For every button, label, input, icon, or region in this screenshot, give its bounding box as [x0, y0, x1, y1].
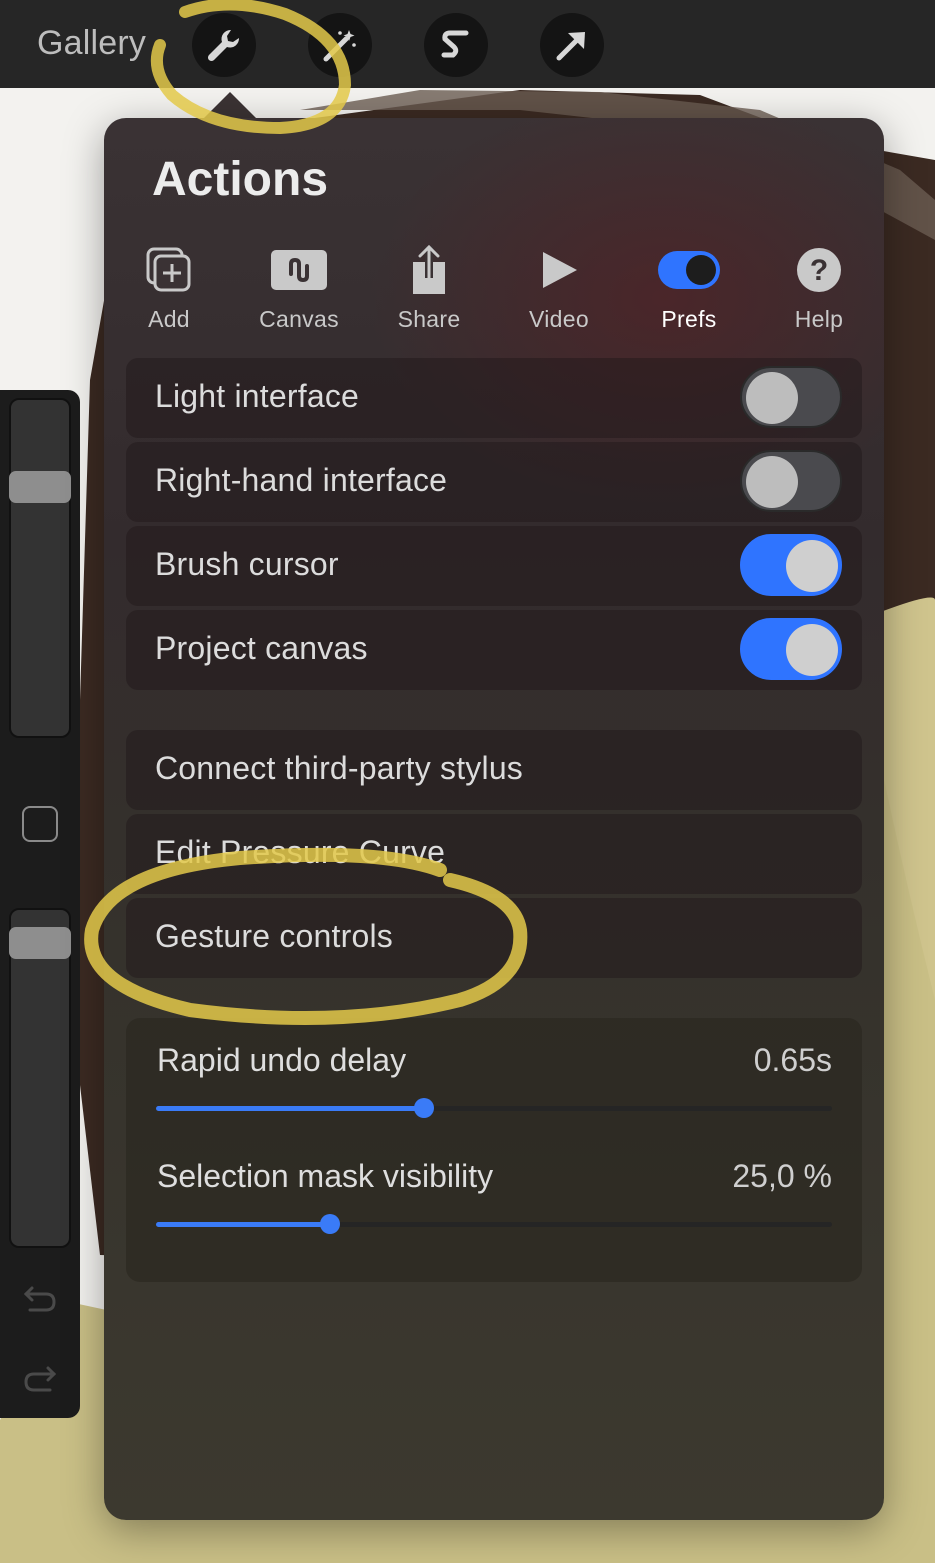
left-sidebar	[0, 390, 80, 1418]
arrow-icon	[556, 32, 585, 61]
selection-mask-thumb[interactable]	[320, 1214, 341, 1234]
undo-icon[interactable]	[22, 1282, 58, 1314]
wrench-icon	[207, 29, 240, 62]
redo-icon[interactable]	[22, 1362, 58, 1394]
brush-cursor-toggle[interactable]	[740, 534, 842, 596]
popover-title: Actions	[152, 153, 329, 206]
popover-caret	[203, 92, 257, 119]
svg-text:?: ?	[810, 254, 828, 287]
rapid-undo-thumb[interactable]	[414, 1098, 435, 1118]
selection-mask-value: 25,0 %	[732, 1158, 832, 1194]
project-canvas-toggle[interactable]	[740, 618, 842, 680]
magic-wand-icon	[323, 30, 356, 62]
actions-wrench-button[interactable]	[192, 13, 256, 77]
selection-button[interactable]	[424, 13, 488, 77]
gesture-controls-button[interactable]: Gesture controls	[126, 898, 862, 978]
pref-row-light-interface: Light interface	[126, 358, 862, 438]
transform-button[interactable]	[540, 13, 604, 77]
selection-s-icon	[441, 30, 469, 58]
modify-square-icon[interactable]	[22, 806, 58, 842]
right-hand-interface-toggle[interactable]	[740, 450, 842, 512]
share-icon	[413, 244, 445, 294]
help-icon: ?	[797, 248, 841, 292]
adjustments-button[interactable]	[308, 13, 372, 77]
rapid-undo-slider[interactable]	[156, 1098, 832, 1118]
tab-share[interactable]: Share	[364, 242, 494, 332]
rapid-undo-label: Rapid undo delay	[157, 1042, 407, 1078]
connect-stylus-button[interactable]: Connect third-party stylus	[126, 730, 862, 810]
edit-pressure-curve-button[interactable]: Edit Pressure Curve	[126, 814, 862, 894]
pref-row-project-canvas: Project canvas	[126, 610, 862, 690]
selection-mask-label: Selection mask visibility	[157, 1158, 494, 1194]
top-toolbar: Gallery	[0, 0, 935, 88]
selection-mask-slider[interactable]	[156, 1214, 832, 1234]
tab-add[interactable]: Add	[104, 242, 234, 332]
tab-help[interactable]: ? Help	[754, 242, 884, 332]
tab-video[interactable]: Video	[494, 242, 624, 332]
gallery-button[interactable]: Gallery	[37, 24, 146, 63]
pref-row-right-hand-interface: Right-hand interface	[126, 442, 862, 522]
play-icon	[543, 252, 577, 288]
pref-row-brush-cursor: Brush cursor	[126, 526, 862, 606]
canvas-icon	[271, 250, 327, 290]
brush-size-slider[interactable]	[9, 398, 71, 738]
rapid-undo-value: 0.65s	[753, 1042, 832, 1078]
tab-prefs[interactable]: Prefs	[624, 242, 754, 332]
tab-canvas[interactable]: Canvas	[234, 242, 364, 332]
toggle-icon	[658, 251, 720, 289]
add-layer-icon	[146, 247, 191, 292]
sliders-card: Rapid undo delay 0.65s Selection mask vi…	[126, 1018, 862, 1282]
brush-size-thumb[interactable]	[9, 471, 71, 503]
opacity-thumb[interactable]	[9, 927, 71, 959]
opacity-slider[interactable]	[9, 908, 71, 1248]
actions-popover: Actions Add Canvas Share Video Prefs ? H…	[104, 118, 884, 1520]
light-interface-toggle[interactable]	[740, 366, 842, 428]
